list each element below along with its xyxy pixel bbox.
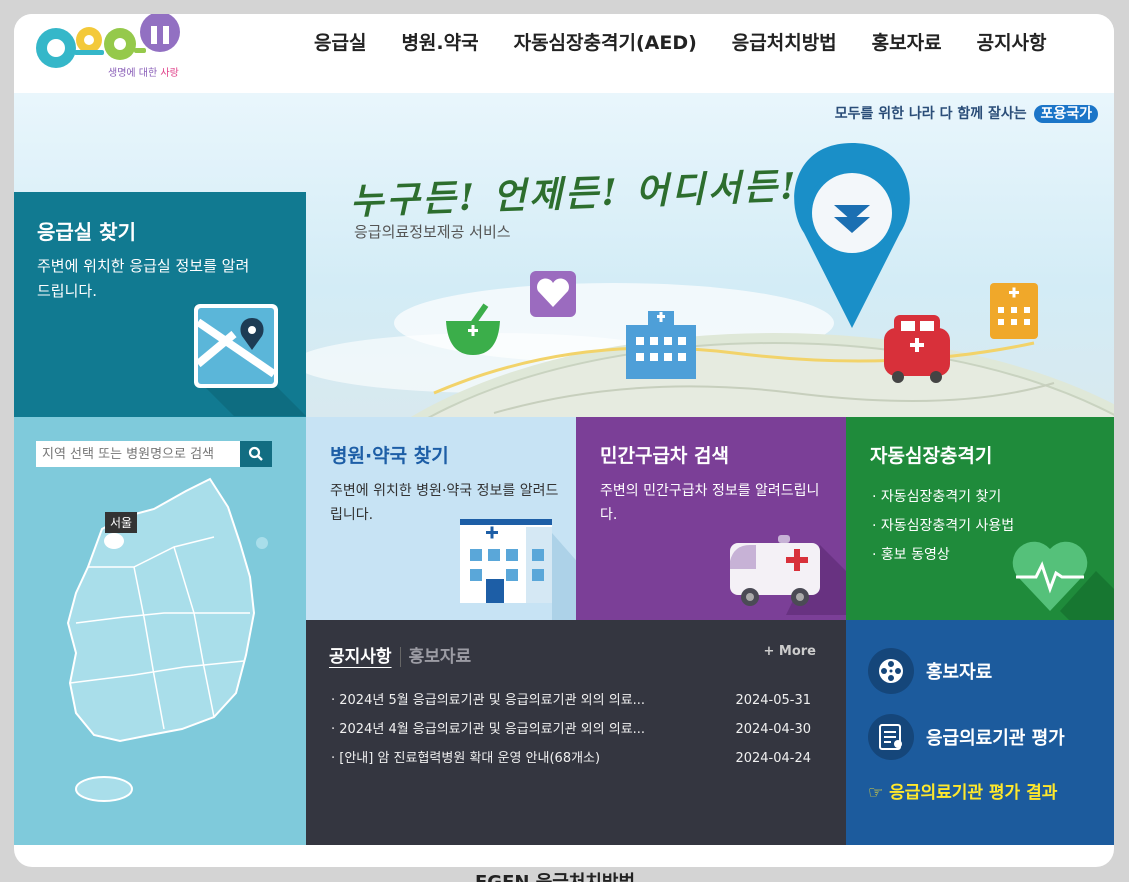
map-panel: 서울	[14, 417, 306, 845]
main-nav: 응급실 병원.약국 자동심장충격기(AED) 응급처치방법 홍보자료 공지사항	[314, 28, 1047, 55]
nav-first-aid[interactable]: 응급처치방법	[732, 28, 837, 55]
er-evaluation-label: 응급의료기관 평가	[926, 728, 1065, 749]
nav-pr-materials[interactable]: 홍보자료	[872, 28, 942, 55]
ambulance-icon	[884, 315, 950, 383]
private-ambulance-tile[interactable]: 민간구급차 검색 주변의 민간구급차 정보를 알려드립니다.	[576, 417, 846, 620]
er-card-desc: 주변에 위치한 응급실 정보를 알려드립니다.	[37, 257, 250, 300]
logo-tagline-love: 사랑	[160, 68, 179, 79]
hospital-pharmacy-tile[interactable]: 병원·약국 찾기 주변에 위치한 병원·약국 정보를 알려드립니다.	[306, 417, 576, 620]
location-pin-icon	[794, 143, 910, 328]
heart-badge-icon	[530, 271, 576, 317]
notice-date: 2024-04-30	[735, 722, 811, 737]
notice-list: 2024년 5월 응급의료기관 및 응급의료기관 외의 의료... 2024-05…	[331, 686, 811, 773]
nav-hospital-pharmacy[interactable]: 병원.약국	[401, 28, 478, 55]
site-header: 생명에 대한 사랑 응급실 병원.약국 자동심장충격기(AED) 응급처치방법 …	[14, 14, 1114, 92]
aed-video-link[interactable]: 홍보 동영상	[872, 541, 1014, 570]
aed-link-list: 자동심장충격기 찾기 자동심장충격기 사용법 홍보 동영상	[872, 483, 1014, 570]
hospital-icon	[460, 519, 576, 620]
ambulance-tile-desc: 주변의 민간구급차 정보를 알려드립니다.	[600, 483, 820, 523]
ambulance-tile-title: 민간구급차 검색	[600, 445, 729, 467]
more-link[interactable]: + More	[763, 644, 816, 659]
tab-pr-materials[interactable]: 홍보자료	[399, 647, 472, 667]
er-finder-card[interactable]: 응급실 찾기 주변에 위치한 응급실 정보를 알려드립니다.	[14, 192, 306, 418]
logo-tagline: 생명에 대한 사랑	[108, 64, 179, 79]
logo-tagline-text: 생명에 대한	[108, 68, 158, 79]
pr-materials-link[interactable]: 홍보자료	[868, 648, 992, 694]
notice-title: 2024년 5월 응급의료기관 및 응급의료기관 외의 의료...	[331, 686, 711, 715]
nav-aed[interactable]: 자동심장충격기(AED)	[514, 28, 697, 55]
notice-board: 공지사항 홍보자료 + More 2024년 5월 응급의료기관 및 응급의료기관…	[306, 620, 846, 845]
notice-item[interactable]: 2024년 4월 응급의료기관 및 응급의료기관 외의 의료... 2024-04…	[331, 715, 811, 744]
evaluation-doc-icon	[868, 714, 914, 760]
notice-title: 2024년 4월 응급의료기관 및 응급의료기관 외의 의료...	[331, 715, 711, 744]
pr-materials-label: 홍보자료	[926, 662, 993, 683]
slogan-text: 모두를 위한 나라 다 함께 잘사는	[834, 106, 1027, 122]
page-frame: 생명에 대한 사랑 응급실 병원.약국 자동심장충격기(AED) 응급처치방법 …	[14, 14, 1114, 867]
building-icon	[990, 283, 1038, 339]
tab-notices[interactable]: 공지사항	[329, 647, 392, 667]
notice-item[interactable]: 2024년 5월 응급의료기관 및 응급의료기관 외의 의료... 2024-05…	[331, 686, 811, 715]
aed-tile[interactable]: 자동심장충격기 자동심장충격기 찾기 자동심장충격기 사용법 홍보 동영상	[846, 417, 1114, 620]
aed-howto-link[interactable]: 자동심장충격기 사용법	[872, 512, 1014, 541]
korea-map[interactable]	[14, 417, 306, 845]
ambulance-icon	[730, 535, 846, 615]
promo-panel: 홍보자료 응급의료기관 평가 ☞ 응급의료기관 평가 결과	[846, 620, 1114, 845]
notice-item[interactable]: [안내] 암 진료협력병원 확대 운영 안내(68개소) 2024-04-24	[331, 744, 811, 773]
next-section-heading: EGEN 응급처치방법	[475, 868, 635, 882]
evaluation-result-link[interactable]: ☞ 응급의료기관 평가 결과	[868, 778, 1057, 803]
seoul-marker[interactable]: 서울	[105, 512, 138, 533]
slogan: 모두를 위한 나라 다 함께 잘사는 포용국가	[835, 103, 1098, 123]
notice-title: [안내] 암 진료협력병원 확대 운영 안내(68개소)	[331, 744, 711, 773]
nav-notices[interactable]: 공지사항	[977, 28, 1047, 55]
aed-find-link[interactable]: 자동심장충격기 찾기	[872, 483, 1014, 512]
er-evaluation-link[interactable]: 응급의료기관 평가	[868, 714, 1065, 760]
hospital-tile-title: 병원·약국 찾기	[330, 445, 449, 467]
nav-emergency-room[interactable]: 응급실	[314, 28, 366, 55]
slogan-badge: 포용국가	[1034, 105, 1098, 123]
film-reel-icon	[868, 648, 914, 694]
notice-tabs: 공지사항 홍보자료	[329, 642, 472, 667]
hero-subtitle: 응급의료정보제공 서비스	[354, 223, 511, 241]
notice-date: 2024-04-24	[735, 751, 811, 766]
notice-date: 2024-05-31	[735, 693, 811, 708]
egen-logo[interactable]: 생명에 대한 사랑	[34, 14, 194, 86]
heart-pulse-icon	[1012, 541, 1114, 620]
map-pin-icon	[194, 304, 306, 416]
er-card-title: 응급실 찾기	[37, 220, 136, 244]
aed-tile-title: 자동심장충격기	[870, 445, 993, 467]
